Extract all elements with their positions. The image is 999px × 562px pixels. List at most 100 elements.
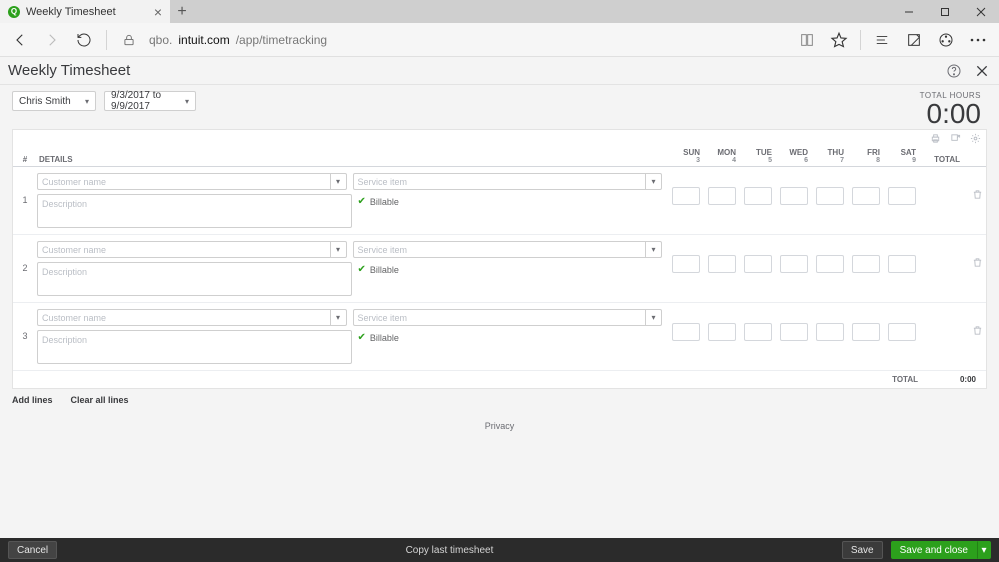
time-cell[interactable] [888, 255, 916, 273]
table-row: 2 ▾ ▾ Description ✔Billable [13, 235, 986, 303]
back-icon[interactable] [8, 28, 32, 52]
clear-lines-button[interactable]: Clear all lines [71, 395, 129, 405]
help-icon[interactable] [945, 62, 963, 80]
time-cell[interactable] [816, 187, 844, 205]
share-icon[interactable] [933, 27, 959, 53]
time-cell[interactable] [744, 255, 772, 273]
time-cell[interactable] [672, 255, 700, 273]
billable-toggle[interactable]: ✔Billable [358, 262, 663, 275]
chevron-down-icon[interactable]: ▾ [645, 310, 661, 325]
time-cell[interactable] [852, 187, 880, 205]
description-input[interactable]: Description [37, 262, 352, 296]
service-combo[interactable]: ▾ [353, 309, 663, 326]
delete-row-icon[interactable] [968, 241, 986, 268]
tab-title: Weekly Timesheet [26, 6, 116, 18]
forward-icon[interactable] [40, 28, 64, 52]
notes-icon[interactable] [901, 27, 927, 53]
time-cell[interactable] [816, 255, 844, 273]
time-cell[interactable] [780, 255, 808, 273]
col-day: MON4 [704, 148, 740, 164]
time-cell[interactable] [708, 187, 736, 205]
browser-toolbar: qbo.intuit.com/app/timetracking [0, 23, 999, 57]
footer-bar: Cancel Copy last timesheet Save Save and… [0, 538, 999, 562]
address-bar[interactable]: qbo.intuit.com/app/timetracking [149, 33, 786, 47]
hub-icon[interactable] [869, 27, 895, 53]
close-window-icon[interactable] [963, 0, 999, 23]
time-cell[interactable] [888, 323, 916, 341]
lock-icon [117, 28, 141, 52]
customer-input[interactable] [38, 245, 330, 255]
col-day: FRI8 [848, 148, 884, 164]
service-combo[interactable]: ▾ [353, 241, 663, 258]
time-cell[interactable] [708, 255, 736, 273]
close-tab-icon[interactable]: × [154, 5, 162, 19]
settings-icon[interactable] [968, 131, 982, 145]
service-combo[interactable]: ▾ [353, 173, 663, 190]
customer-combo[interactable]: ▾ [37, 173, 347, 190]
save-dropdown-icon[interactable]: ▾ [977, 541, 991, 559]
browser-tab[interactable]: Q Weekly Timesheet × [0, 0, 170, 23]
check-icon: ✔ [358, 196, 366, 207]
row-number: 2 [13, 241, 37, 273]
col-number: # [13, 155, 37, 164]
new-tab-button[interactable]: + [170, 0, 194, 23]
col-day: SAT9 [884, 148, 920, 164]
time-cell[interactable] [744, 323, 772, 341]
chevron-down-icon[interactable]: ▾ [645, 174, 661, 189]
table-row: 1▾▾Description✔Billable [13, 167, 986, 235]
col-day: THU7 [812, 148, 848, 164]
service-input[interactable] [354, 313, 646, 323]
export-icon[interactable] [948, 131, 962, 145]
customer-input[interactable] [38, 313, 330, 323]
save-and-close-button[interactable]: Save and close [891, 541, 977, 559]
page-header: Weekly Timesheet [0, 57, 999, 85]
time-cell[interactable] [852, 323, 880, 341]
more-icon[interactable] [965, 27, 991, 53]
close-panel-icon[interactable] [973, 62, 991, 80]
time-cell[interactable] [744, 187, 772, 205]
chevron-down-icon: ▾ [185, 97, 189, 106]
time-cell[interactable] [672, 323, 700, 341]
copy-last-timesheet-button[interactable]: Copy last timesheet [65, 545, 834, 556]
employee-value: Chris Smith [19, 96, 71, 107]
service-input[interactable] [354, 245, 646, 255]
employee-dropdown[interactable]: Chris Smith ▾ [12, 91, 96, 111]
row-number: 3 [13, 309, 37, 341]
minimize-icon[interactable] [891, 0, 927, 23]
col-day: TUE5 [740, 148, 776, 164]
customer-input[interactable] [38, 177, 330, 187]
cancel-button[interactable]: Cancel [8, 541, 57, 559]
description-input[interactable]: Description [37, 194, 352, 228]
delete-row-icon[interactable] [968, 309, 986, 336]
delete-row-icon[interactable] [968, 173, 986, 200]
chevron-down-icon[interactable]: ▾ [330, 174, 346, 189]
customer-combo[interactable]: ▾ [37, 309, 347, 326]
time-cell[interactable] [708, 323, 736, 341]
time-cell[interactable] [816, 323, 844, 341]
billable-toggle[interactable]: ✔Billable [358, 330, 663, 343]
chevron-down-icon[interactable]: ▾ [330, 242, 346, 257]
time-cell[interactable] [672, 187, 700, 205]
print-icon[interactable] [928, 131, 942, 145]
time-cell[interactable] [780, 187, 808, 205]
description-input[interactable]: Description [37, 330, 352, 364]
save-button[interactable]: Save [842, 541, 883, 559]
privacy-link[interactable]: Privacy [0, 411, 999, 441]
favorite-icon[interactable] [826, 27, 852, 53]
billable-toggle[interactable]: ✔Billable [358, 194, 663, 207]
maximize-icon[interactable] [927, 0, 963, 23]
time-cell[interactable] [888, 187, 916, 205]
url-prefix: qbo. [149, 33, 172, 47]
billable-label: Billable [370, 333, 399, 343]
service-input[interactable] [354, 177, 646, 187]
chevron-down-icon[interactable]: ▾ [330, 310, 346, 325]
date-range-dropdown[interactable]: 9/3/2017 to 9/9/2017 ▾ [104, 91, 196, 111]
chevron-down-icon[interactable]: ▾ [645, 242, 661, 257]
add-lines-button[interactable]: Add lines [12, 395, 53, 405]
time-cell[interactable] [780, 323, 808, 341]
reading-view-icon[interactable] [794, 27, 820, 53]
time-cell[interactable] [852, 255, 880, 273]
refresh-icon[interactable] [72, 28, 96, 52]
divider [860, 30, 861, 50]
customer-combo[interactable]: ▾ [37, 241, 347, 258]
